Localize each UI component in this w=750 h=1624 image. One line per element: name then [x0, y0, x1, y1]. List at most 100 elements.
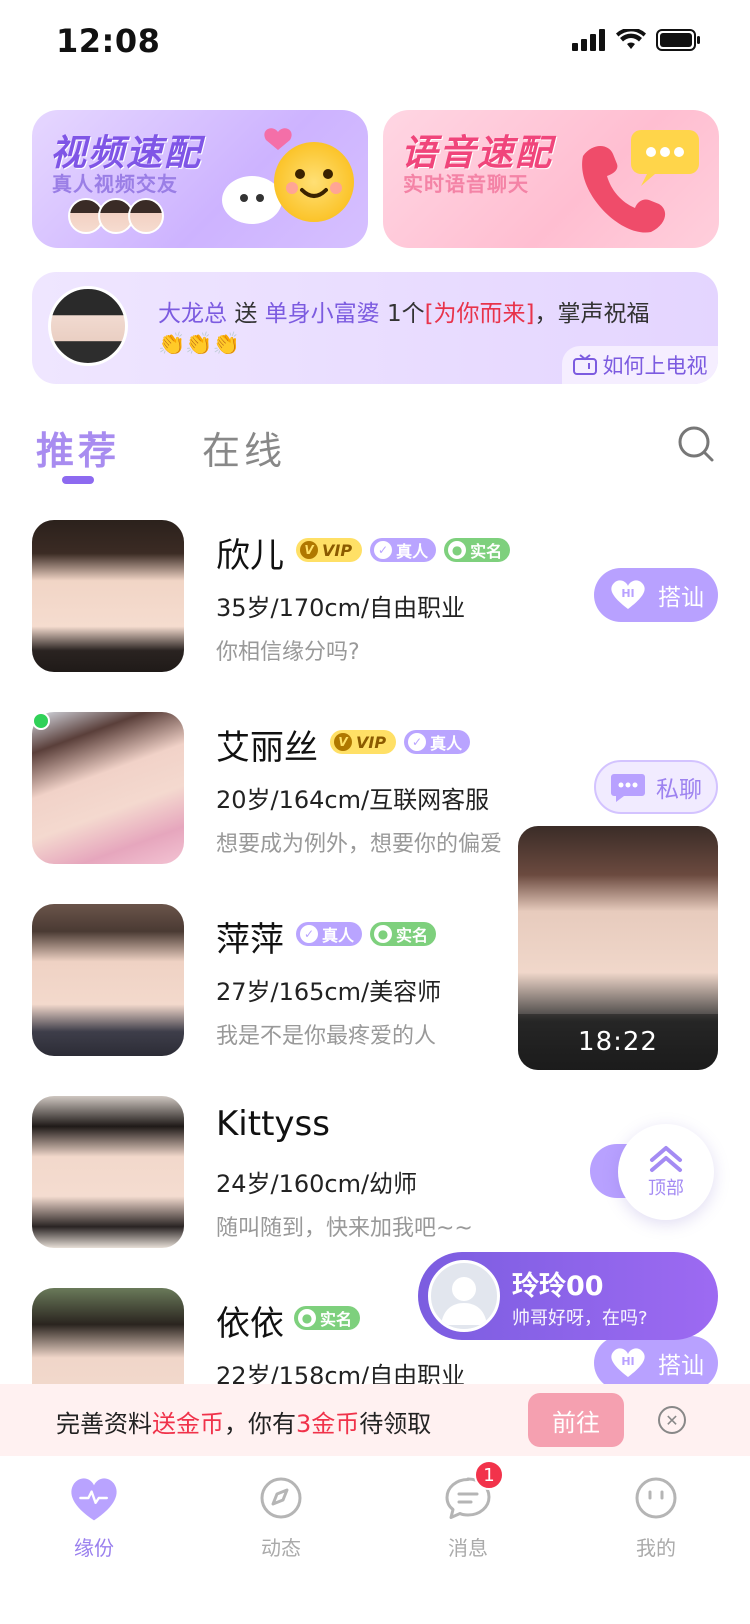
- tabbar-label: 消息: [448, 1536, 488, 1560]
- user-meta: 20岁/164cm/互联网客服: [216, 786, 490, 814]
- gift-verb: 送: [234, 301, 258, 327]
- private-chat-label: 私聊: [656, 777, 702, 803]
- person-icon: ●: [374, 925, 393, 943]
- user-bio: 我是不是你最疼爱的人: [216, 1024, 437, 1049]
- tabbar-label: 我的: [636, 1536, 676, 1560]
- person-icon: ●: [298, 1309, 316, 1327]
- user-badges: ● 实名: [294, 1306, 361, 1330]
- clap-emojis: 👏👏👏: [158, 332, 241, 357]
- greet-button[interactable]: HI 搭讪: [594, 568, 718, 622]
- private-chat-button[interactable]: 私聊: [594, 760, 718, 814]
- gift-count: 1个: [386, 301, 425, 327]
- user-photo: [32, 520, 184, 672]
- tab-online[interactable]: 在线: [202, 420, 286, 475]
- back-to-top-button[interactable]: 顶部: [618, 1124, 714, 1220]
- sender-avatar: [48, 286, 128, 366]
- video-match-banner[interactable]: 视频速配 真人视频交友: [32, 110, 368, 248]
- chevron-up-icon: [650, 1146, 682, 1172]
- vip-icon: V: [334, 733, 352, 751]
- chat-bubble-icon: [611, 774, 645, 802]
- go-button[interactable]: 前往: [528, 1393, 624, 1447]
- vip-badge: V VIP: [296, 538, 363, 562]
- unread-badge: 1: [474, 1460, 504, 1490]
- floating-video-window[interactable]: 18:22: [518, 826, 718, 1070]
- default-avatar-icon: [441, 1277, 487, 1325]
- user-badges: V VIP ✓ 真人 ● 实名: [296, 538, 511, 562]
- wifi-icon: [616, 29, 646, 49]
- gift-receiver: 单身小富婆: [264, 301, 380, 327]
- list-item[interactable]: Kittyss 24岁/160cm/幼师 随叫随到，快来加我吧~~: [32, 1096, 718, 1256]
- video-timer: 18:22: [518, 1014, 718, 1070]
- voice-match-banner[interactable]: 语音速配 实时语音聊天: [383, 110, 719, 248]
- real-name-badge: ● 实名: [294, 1306, 361, 1330]
- profile-reward-notice: 完善资料送金币，你有3金币待领取 前往 ✕: [0, 1384, 750, 1456]
- tabbar-item-me[interactable]: 我的: [596, 1470, 716, 1561]
- gift-message: 大龙总 送 单身小富婆 1个[为你而来]，掌声祝福: [158, 294, 650, 328]
- feed-tabs: 推荐 在线: [36, 420, 716, 484]
- status-icons: [572, 28, 702, 52]
- svg-text:HI: HI: [621, 1355, 634, 1368]
- real-person-badge: ✓ 真人: [370, 538, 437, 562]
- real-name-badge: ● 实名: [444, 538, 511, 562]
- user-name: Kittyss: [216, 1104, 330, 1144]
- user-name: 依依: [216, 1304, 284, 1344]
- hi-heart-icon: HI: [611, 1348, 645, 1377]
- greet-button-label: 搭讪: [658, 585, 704, 611]
- phone-icon: [582, 130, 699, 233]
- user-badges: V VIP ✓ 真人: [330, 730, 471, 754]
- smile-bubble-icon: [222, 128, 354, 224]
- tabbar-item-messages[interactable]: 1 消息: [408, 1460, 528, 1561]
- video-match-avatars: [68, 198, 164, 234]
- user-meta: 24岁/160cm/幼师: [216, 1170, 418, 1198]
- online-indicator: [32, 712, 50, 730]
- user-name: 欣儿: [216, 536, 284, 576]
- tabbar-item-fate[interactable]: 缘份: [34, 1470, 154, 1561]
- gift-tail: ，掌声祝福: [534, 301, 650, 327]
- user-bio: 随叫随到，快来加我吧~~: [216, 1216, 473, 1241]
- gift-ticker[interactable]: 大龙总 送 单身小富婆 1个[为你而来]，掌声祝福 👏👏👏 如何上电视: [32, 272, 718, 384]
- video-match-subtitle: 真人视频交友: [52, 172, 178, 196]
- user-name: 艾丽丝: [216, 728, 318, 768]
- gift-sender: 大龙总: [158, 301, 227, 327]
- real-person-badge: ✓ 真人: [404, 730, 471, 754]
- tv-icon: [572, 354, 597, 375]
- notice-text: 完善资料送金币，你有3金币待领取: [56, 1410, 432, 1438]
- check-icon: ✓: [408, 733, 427, 751]
- user-meta: 27岁/165cm/美容师: [216, 978, 442, 1006]
- user-bio: 想要成为例外，想要你的偏爱: [216, 832, 503, 857]
- vip-icon: V: [300, 541, 318, 559]
- incoming-message-popup[interactable]: 玲玲00 帅哥好呀，在吗?: [418, 1252, 718, 1340]
- vip-badge: V VIP: [330, 730, 397, 754]
- greet-button-label: 搭讪: [658, 1353, 704, 1379]
- user-meta: 35岁/170cm/自由职业: [216, 594, 466, 622]
- sender-avatar: [428, 1260, 500, 1332]
- battery-icon: [656, 29, 700, 51]
- status-bar: 12:08: [0, 0, 750, 90]
- user-photo: [32, 904, 184, 1056]
- tabbar-item-moments[interactable]: 动态: [221, 1470, 341, 1561]
- avatar: [128, 198, 164, 234]
- tv-link[interactable]: 如何上电视: [562, 346, 718, 384]
- smile-icon: [628, 1470, 684, 1526]
- check-icon: ✓: [374, 541, 393, 559]
- tab-recommend[interactable]: 推荐: [36, 420, 120, 484]
- user-badges: ✓ 真人 ● 实名: [296, 922, 437, 946]
- message-sender-name: 玲玲00: [512, 1271, 604, 1302]
- tv-link-label: 如何上电视: [602, 354, 708, 378]
- voice-match-subtitle: 实时语音聊天: [403, 172, 529, 196]
- gift-name: [为你而来]: [424, 301, 535, 327]
- person-icon: ●: [448, 541, 467, 559]
- svg-text:HI: HI: [621, 587, 634, 600]
- search-icon[interactable]: [676, 424, 716, 464]
- tabbar-label: 动态: [261, 1536, 301, 1560]
- close-icon[interactable]: ✕: [658, 1406, 686, 1434]
- message-preview: 帅哥好呀，在吗?: [512, 1308, 648, 1329]
- greet-button[interactable]: HI 搭讪: [594, 1336, 718, 1390]
- heart-icon: [66, 1470, 122, 1526]
- check-icon: ✓: [300, 925, 318, 943]
- list-item[interactable]: 欣儿 V VIP ✓ 真人 ● 实名 35岁/170cm/自由职业 你相信缘分吗? H…: [32, 520, 718, 680]
- hi-heart-icon: HI: [611, 580, 645, 609]
- real-person-badge: ✓ 真人: [296, 922, 363, 946]
- user-photo: [32, 1096, 184, 1248]
- tabbar-label: 缘份: [74, 1536, 114, 1560]
